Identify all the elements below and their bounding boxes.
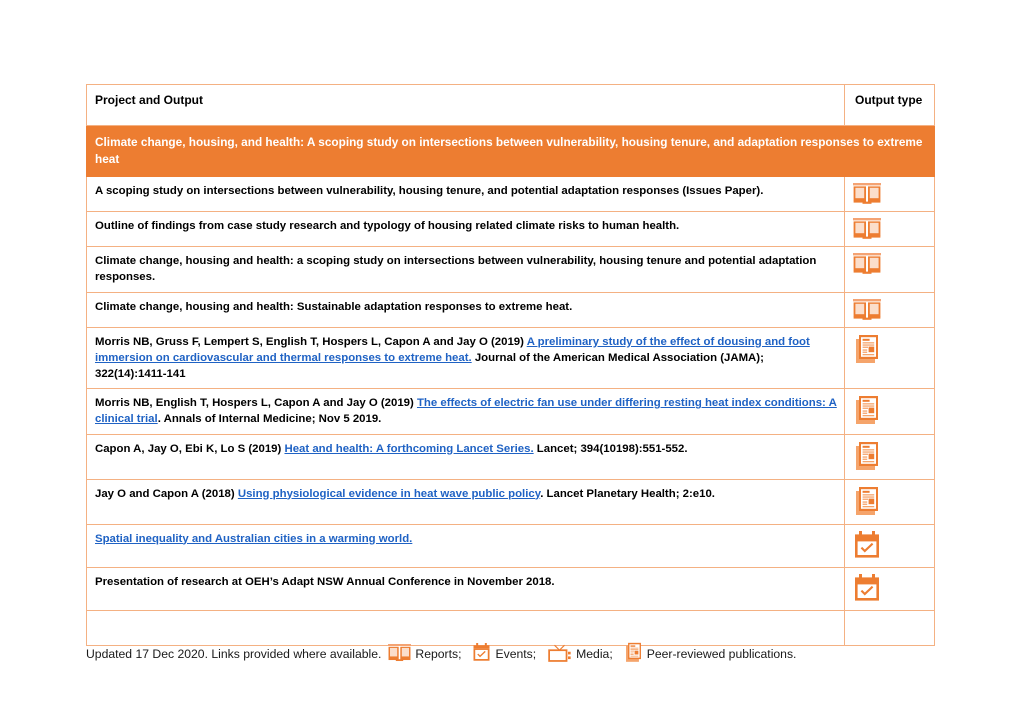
publication-icon <box>853 441 927 473</box>
document-page: Project and Output Output type Climate c… <box>0 0 1020 720</box>
event-icon <box>853 573 927 604</box>
table-row: Climate change, housing and health: a sc… <box>86 246 935 293</box>
output-text: A scoping study on intersections between… <box>86 176 845 213</box>
project-band-title: Climate change, housing, and health: A s… <box>86 124 935 178</box>
citation-link[interactable]: Using physiological evidence in heat wav… <box>238 488 540 500</box>
legend-label-publications: Peer-reviewed publications. <box>646 647 797 661</box>
book-icon <box>853 298 927 321</box>
output-type-cell <box>844 433 935 480</box>
book-icon <box>853 218 927 240</box>
column-header-project: Project and Output <box>86 84 845 126</box>
table-row <box>86 609 935 646</box>
media-icon <box>547 643 572 664</box>
table-row: Climate change, housing and health: Sust… <box>86 291 935 328</box>
output-citation: Spatial inequality and Australian cities… <box>86 523 845 568</box>
legend-label-media: Media; <box>576 647 613 661</box>
outputs-table-container: Project and Output Output type Climate c… <box>86 84 935 646</box>
citation-prefix: Morris NB, English T, Hospers L, Capon A… <box>95 397 417 410</box>
publication-icon <box>624 642 643 664</box>
output-citation: Jay O and Capon A (2018) Using physiolog… <box>86 478 845 525</box>
project-band-row: Climate change, housing, and health: A s… <box>86 124 935 178</box>
citation-prefix: Capon A, Jay O, Ebi K, Lo S (2019) <box>95 442 285 455</box>
output-type-cell <box>844 246 935 293</box>
citation-prefix: Morris NB, Gruss F, Lempert S, English T… <box>95 335 527 348</box>
legend-updated-text: Updated 17 Dec 2020. Links provided wher… <box>86 647 382 661</box>
output-type-cell <box>844 523 935 568</box>
event-icon <box>472 643 491 663</box>
output-type-cell <box>844 609 935 646</box>
publication-icon <box>853 334 927 366</box>
output-type-cell <box>844 566 935 611</box>
output-text: Climate change, housing and health: a sc… <box>86 246 845 293</box>
output-type-cell <box>844 478 935 525</box>
table-row: Morris NB, Gruss F, Lempert S, English T… <box>86 326 935 390</box>
output-type-cell <box>844 326 935 390</box>
legend-label-reports: Reports; <box>415 647 462 661</box>
table-row: Spatial inequality and Australian cities… <box>86 523 935 568</box>
publication-icon <box>853 486 927 518</box>
citation-suffix: Lancet; 394(10198):551-552. <box>533 442 688 455</box>
output-type-cell <box>844 211 935 248</box>
table-row: Presentation of research at OEH’s Adapt … <box>86 566 935 611</box>
event-icon <box>853 530 927 561</box>
publication-icon <box>853 395 927 427</box>
citation-link[interactable]: Heat and health: A forthcoming Lancet Se… <box>284 443 533 455</box>
output-text <box>86 609 845 646</box>
book-icon <box>853 253 927 275</box>
table-header-row: Project and Output Output type <box>86 84 935 126</box>
table-row: Jay O and Capon A (2018) Using physiolog… <box>86 478 935 525</box>
legend: Updated 17 Dec 2020. Links provided wher… <box>86 642 805 665</box>
citation-link[interactable]: Spatial inequality and Australian cities… <box>95 533 412 545</box>
output-type-cell <box>844 176 935 213</box>
citation-suffix: . Lancet Planetary Health; 2:e10. <box>540 487 715 500</box>
column-header-output-type: Output type <box>844 84 935 126</box>
outputs-table: Project and Output Output type Climate c… <box>86 84 935 646</box>
table-row: Capon A, Jay O, Ebi K, Lo S (2019) Heat … <box>86 433 935 480</box>
output-citation: Capon A, Jay O, Ebi K, Lo S (2019) Heat … <box>86 433 845 480</box>
citation-prefix: Jay O and Capon A (2018) <box>95 487 238 500</box>
output-citation: Morris NB, Gruss F, Lempert S, English T… <box>86 326 845 390</box>
output-type-cell <box>844 388 935 435</box>
output-text: Climate change, housing and health: Sust… <box>86 291 845 328</box>
table-row: Outline of findings from case study rese… <box>86 211 935 248</box>
table-row: A scoping study on intersections between… <box>86 176 935 213</box>
table-row: Morris NB, English T, Hospers L, Capon A… <box>86 388 935 435</box>
book-icon <box>388 644 412 662</box>
output-text: Presentation of research at OEH’s Adapt … <box>86 566 845 611</box>
output-type-cell <box>844 291 935 328</box>
citation-suffix: . Annals of Internal Medicine; Nov 5 201… <box>157 413 382 426</box>
legend-label-events: Events; <box>495 647 537 661</box>
output-citation: Morris NB, English T, Hospers L, Capon A… <box>86 388 845 435</box>
output-text: Outline of findings from case study rese… <box>86 211 845 248</box>
book-icon <box>853 183 927 205</box>
